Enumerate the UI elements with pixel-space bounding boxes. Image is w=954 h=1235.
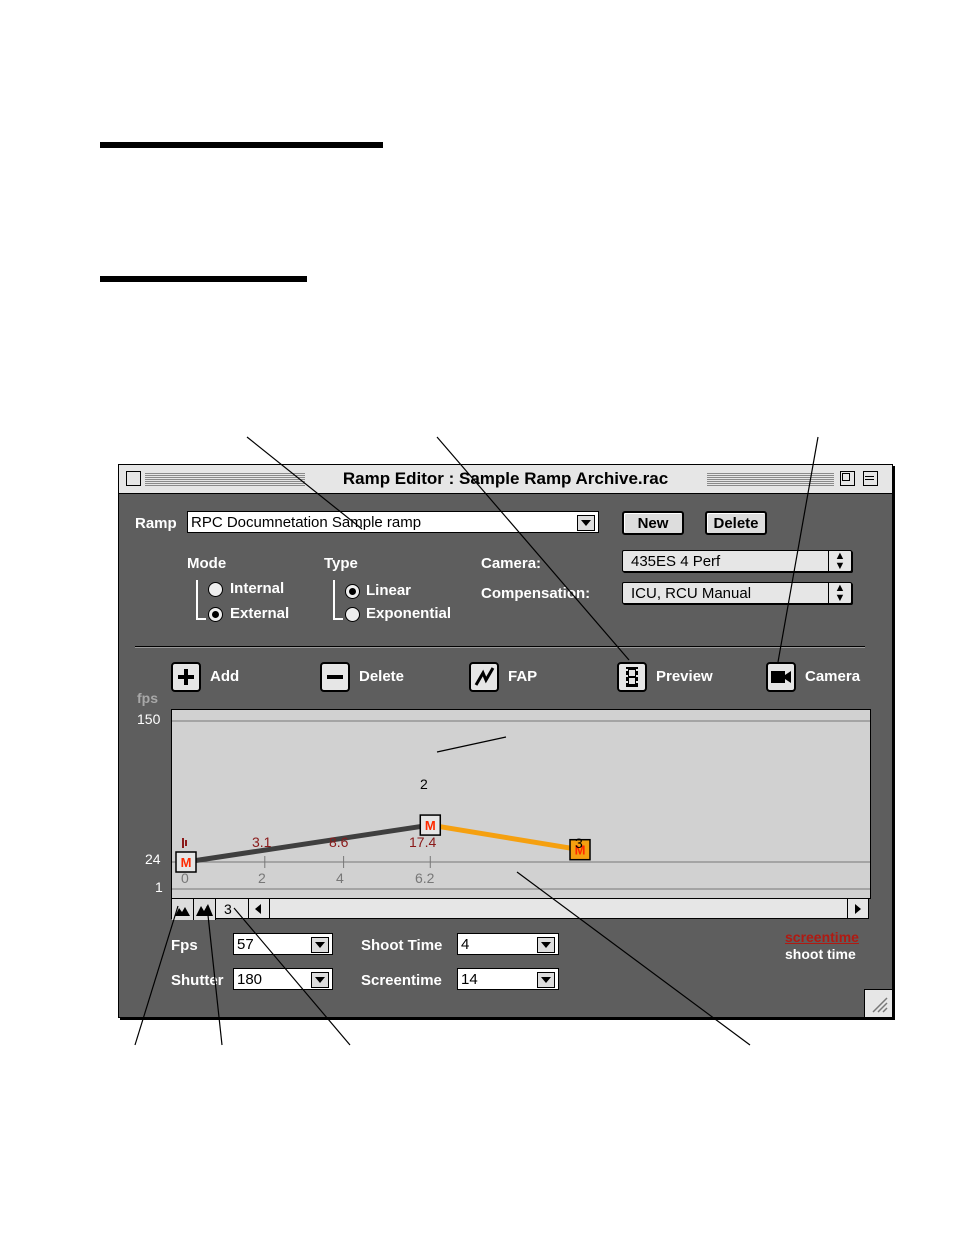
- callout-timeline: [516, 871, 751, 1046]
- callout-ramp: [246, 436, 363, 530]
- callout-camera: [777, 436, 819, 663]
- callout-count: [233, 907, 351, 1046]
- callout-zoom-out: [134, 905, 179, 1046]
- callout-lines: [134, 436, 819, 1046]
- callout-marker: [436, 736, 507, 753]
- callout-preview: [436, 436, 630, 661]
- callout-zoom-in: [206, 905, 223, 1046]
